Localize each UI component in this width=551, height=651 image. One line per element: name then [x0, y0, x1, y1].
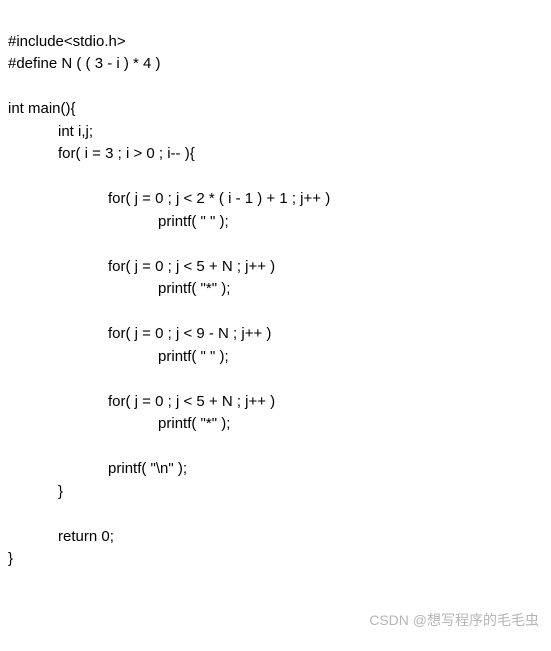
code-line: int i,j;: [8, 123, 93, 140]
code-line: printf( "*" );: [8, 415, 230, 432]
code-line: for( j = 0 ; j < 5 + N ; j++ ): [8, 393, 275, 410]
code-line: #define N ( ( 3 - i ) * 4 ): [8, 55, 161, 72]
code-line: printf( "*" );: [8, 280, 230, 297]
text-cursor: [13, 551, 14, 567]
code-line: }: [8, 483, 63, 500]
code-line: for( j = 0 ; j < 5 + N ; j++ ): [8, 258, 275, 275]
code-line: return 0;: [8, 528, 114, 545]
watermark-text: CSDN @想写程序的毛毛虫: [369, 610, 539, 631]
code-block: #include<stdio.h> #define N ( ( 3 - i ) …: [8, 8, 543, 571]
code-line: #include<stdio.h>: [8, 33, 126, 50]
code-line: int main(){: [8, 100, 76, 117]
code-line: printf( " " );: [8, 348, 229, 365]
code-line: for( i = 3 ; i > 0 ; i-- ){: [8, 145, 195, 162]
code-line: printf( " " );: [8, 213, 229, 230]
code-line: for( j = 0 ; j < 2 * ( i - 1 ) + 1 ; j++…: [8, 190, 330, 207]
code-line: for( j = 0 ; j < 9 - N ; j++ ): [8, 325, 271, 342]
code-line: printf( "\n" );: [8, 460, 187, 477]
